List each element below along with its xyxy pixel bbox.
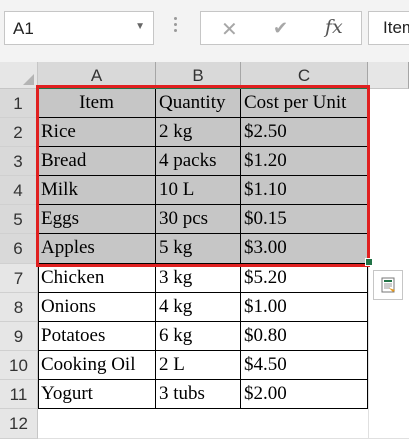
chevron-down-icon[interactable]: ▼ xyxy=(135,21,145,32)
select-all-button[interactable] xyxy=(0,62,38,89)
table-cell[interactable]: Rice xyxy=(38,118,156,147)
formula-input[interactable]: Item xyxy=(368,11,409,45)
row-header[interactable]: 7 xyxy=(0,264,38,293)
table-cell[interactable]: $3.00 xyxy=(241,234,368,264)
cell-a1[interactable]: Item xyxy=(38,89,156,118)
cancel-icon[interactable]: ✕ xyxy=(221,17,238,42)
table-cell[interactable]: $1.10 xyxy=(241,176,368,205)
quick-analysis-icon xyxy=(381,277,395,293)
table-cell[interactable]: $2.50 xyxy=(241,118,368,147)
table-cell[interactable]: $2.00 xyxy=(241,380,368,409)
table-cell[interactable]: 4 kg xyxy=(156,293,241,322)
name-box[interactable]: A1 ▼ xyxy=(4,11,154,45)
table-cell[interactable]: $1.20 xyxy=(241,147,368,176)
table-cell[interactable]: 6 kg xyxy=(156,322,241,351)
table-cell[interactable]: 3 tubs xyxy=(156,380,241,409)
row-header[interactable]: 6 xyxy=(0,234,38,264)
table-cell[interactable]: Milk xyxy=(38,176,156,205)
column-header-b[interactable]: B xyxy=(156,62,241,89)
fill-handle[interactable] xyxy=(365,258,373,266)
column-header-d[interactable] xyxy=(368,62,409,89)
table-cell[interactable]: Yogurt xyxy=(38,380,156,409)
table-cell[interactable]: Apples xyxy=(38,234,156,264)
name-box-value: A1 xyxy=(13,19,34,38)
row-header[interactable]: 3 xyxy=(0,147,38,176)
column-header-a[interactable]: A xyxy=(38,62,156,89)
table-cell[interactable]: Onions xyxy=(38,293,156,322)
table-cell[interactable]: Eggs xyxy=(38,205,156,234)
table-cell[interactable]: Chicken xyxy=(38,264,156,293)
row-header[interactable]: 2 xyxy=(0,118,38,147)
table-cell[interactable]: Bread xyxy=(38,147,156,176)
formula-buttons: ✕ ✔ fx xyxy=(200,11,362,45)
column-header-c[interactable]: C xyxy=(241,62,368,89)
table-cell[interactable]: $5.20 xyxy=(241,264,368,293)
cell-c1[interactable]: Cost per Unit xyxy=(241,89,368,118)
row-header[interactable]: 12 xyxy=(0,409,38,439)
table-cell[interactable]: 2 kg xyxy=(156,118,241,147)
row-header[interactable]: 5 xyxy=(0,205,38,234)
table-cell[interactable]: Cooking Oil xyxy=(38,351,156,380)
row-header[interactable]: 9 xyxy=(0,322,38,351)
cell-b1[interactable]: Quantity xyxy=(156,89,241,118)
drag-handle-icon[interactable] xyxy=(172,14,178,40)
table-cell[interactable]: $1.00 xyxy=(241,293,368,322)
row-header[interactable]: 8 xyxy=(0,293,38,322)
table-cell[interactable]: Potatoes xyxy=(38,322,156,351)
formula-bar: A1 ▼ ✕ ✔ fx Item xyxy=(0,0,409,63)
row-header[interactable]: 4 xyxy=(0,176,38,205)
table-cell[interactable]: $0.80 xyxy=(241,322,368,351)
table-cell[interactable]: 4 packs xyxy=(156,147,241,176)
row-header[interactable]: 11 xyxy=(0,380,38,409)
table-cell[interactable]: 3 kg xyxy=(156,264,241,293)
row-header[interactable]: 1 xyxy=(0,89,38,118)
insert-function-icon[interactable]: fx xyxy=(325,16,343,38)
table-cell[interactable]: $4.50 xyxy=(241,351,368,380)
table-cell[interactable]: 5 kg xyxy=(156,234,241,264)
table-cell[interactable]: 10 L xyxy=(156,176,241,205)
row-header[interactable]: 10 xyxy=(0,351,38,380)
table-cell[interactable]: 2 L xyxy=(156,351,241,380)
table-cell[interactable]: $0.15 xyxy=(241,205,368,234)
table-cell[interactable]: 30 pcs xyxy=(156,205,241,234)
quick-analysis-button[interactable] xyxy=(373,270,403,300)
checkmark-icon[interactable]: ✔ xyxy=(273,18,288,39)
